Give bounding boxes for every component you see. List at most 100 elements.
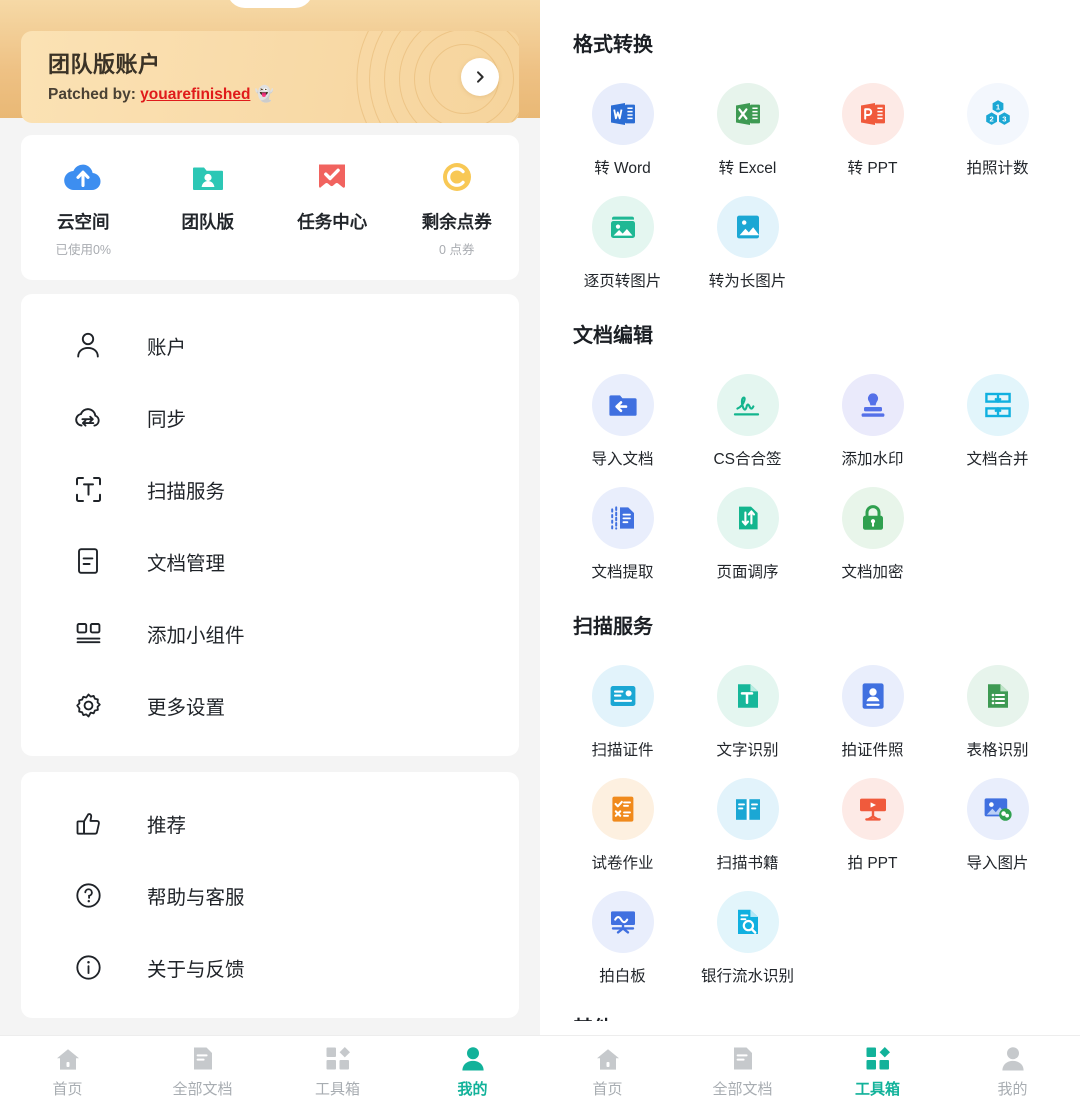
menu-label: 更多设置 [147, 696, 226, 719]
tool-extract-document[interactable]: 文档提取 [560, 487, 685, 582]
long-image-icon [716, 196, 779, 258]
svg-text:3: 3 [1002, 115, 1006, 124]
tool-photo-count[interactable]: 1 2 3 拍照计数 [935, 83, 1060, 178]
status-notch [227, 0, 313, 8]
tool-whiteboard[interactable]: 拍白板 [560, 891, 685, 986]
tab-all-documents[interactable]: 全部文档 [675, 1045, 810, 1099]
tool-bank-statement[interactable]: 银行流水识别 [685, 891, 810, 986]
tool-label: 拍白板 [599, 968, 646, 985]
tool-grid-scan-service: 扫描证件 文字识别 拍证件照 表格识别 试卷作业 扫描书籍 拍 PPT 导入图片… [560, 647, 1060, 986]
pages-to-image-icon [591, 196, 654, 258]
help-circle-icon [73, 880, 103, 910]
tool-label: 导入文档 [591, 451, 654, 468]
ppt-icon [841, 83, 904, 145]
tool-to-ppt[interactable]: 转 PPT [810, 83, 935, 178]
menu-item-scan-service[interactable]: 扫描服务 [21, 453, 519, 525]
scan-text-icon [73, 474, 103, 504]
app-screen: 团队版账户 Patched by: youarefinished 👻 云空间 已… [0, 0, 1080, 1107]
gear-icon [73, 690, 103, 720]
tool-label: 文档加密 [841, 564, 904, 581]
excel-icon [716, 83, 779, 145]
menu-label: 扫描服务 [147, 480, 226, 503]
menu-item-more-settings[interactable]: 更多设置 [21, 669, 519, 741]
tool-label: 拍照计数 [966, 160, 1029, 177]
stat-label: 任务中心 [297, 212, 368, 232]
tool-scan-book[interactable]: 扫描书籍 [685, 778, 810, 873]
ocr-text-icon [716, 665, 779, 727]
menu-item-sync[interactable]: 同步 [21, 381, 519, 453]
tool-id-photo[interactable]: 拍证件照 [810, 665, 935, 760]
tool-label: 银行流水识别 [700, 968, 794, 985]
tool-label: 转 PPT [847, 160, 898, 177]
profile-icon [1001, 1045, 1025, 1071]
tool-cs-signature[interactable]: CS合合签 [685, 374, 810, 469]
tab-profile[interactable]: 我的 [945, 1045, 1080, 1099]
section-title-scan-service: 扫描服务 [573, 616, 653, 638]
reorder-pages-icon [716, 487, 779, 549]
tool-grid-document-editing: 导入文档 CS合合签 添加水印 文档合并 文档提取 页面调序 文档加密 [560, 356, 1060, 582]
stamp-icon [841, 374, 904, 436]
menu-item-about-feedback[interactable]: 关于与反馈 [21, 931, 519, 1003]
tool-scan-id-card[interactable]: 扫描证件 [560, 665, 685, 760]
vip-account-banner[interactable]: 团队版账户 Patched by: youarefinished 👻 [21, 31, 519, 123]
tool-reorder-pages[interactable]: 页面调序 [685, 487, 810, 582]
menu-item-recommend[interactable]: 推荐 [21, 787, 519, 859]
tool-label: 文档提取 [591, 564, 654, 581]
import-image-icon [966, 778, 1029, 840]
exam-paper-icon [591, 778, 654, 840]
menu-item-help-support[interactable]: 帮助与客服 [21, 859, 519, 931]
stat-cloud-space[interactable]: 云空间 已使用0% [21, 157, 146, 258]
cloud-sync-icon [73, 402, 103, 432]
toolbox-panel: 格式转换 转 Word 转 Excel 转 PPT 1 2 3 拍照计数 逐页转… [540, 0, 1080, 1107]
home-icon [595, 1045, 621, 1071]
section-title-format-conversion: 格式转换 [573, 34, 653, 56]
tool-label: 文字识别 [716, 742, 779, 759]
tool-label: 导入图片 [966, 855, 1029, 872]
right-bottom-navigation: 首页 全部文档 工具箱 我的 [540, 1035, 1080, 1107]
tool-import-image[interactable]: 导入图片 [935, 778, 1060, 873]
patched-by-link[interactable]: youarefinished [140, 86, 250, 103]
tool-label: 转 Excel [718, 160, 777, 177]
vip-detail-button[interactable] [461, 58, 499, 96]
stat-label: 团队版 [181, 212, 235, 232]
menu-item-document-management[interactable]: 文档管理 [21, 525, 519, 597]
section-title-other-cutoff: 其他 [573, 1012, 1060, 1021]
tool-encrypt-document[interactable]: 文档加密 [810, 487, 935, 582]
stat-task-center[interactable]: 任务中心 - [270, 157, 395, 258]
word-icon [591, 83, 654, 145]
tool-table-recognition[interactable]: 表格识别 [935, 665, 1060, 760]
tool-label: 转 Word [594, 160, 651, 177]
menu-item-add-widget[interactable]: 添加小组件 [21, 597, 519, 669]
task-check-icon [312, 157, 352, 197]
tab-label: 工具箱 [854, 1080, 900, 1098]
tool-long-image[interactable]: 转为长图片 [685, 196, 810, 291]
tool-text-recognition[interactable]: 文字识别 [685, 665, 810, 760]
cloud-upload-icon [63, 157, 103, 197]
tool-label: 拍 PPT [847, 855, 898, 872]
id-photo-icon [841, 665, 904, 727]
tool-to-word[interactable]: 转 Word [560, 83, 685, 178]
user-icon [73, 330, 103, 360]
tool-label: 试卷作业 [591, 855, 654, 872]
tool-exam-paper[interactable]: 试卷作业 [560, 778, 685, 873]
tool-label: 扫描证件 [591, 742, 654, 759]
shoot-ppt-icon [841, 778, 904, 840]
tool-label: 扫描书籍 [716, 855, 779, 872]
tool-to-excel[interactable]: 转 Excel [685, 83, 810, 178]
tool-shoot-ppt[interactable]: 拍 PPT [810, 778, 935, 873]
primary-menu-card: 账户 同步 扫描服务 文档管理 添加小组件 更多设置 [21, 294, 519, 756]
tool-pages-to-image[interactable]: 逐页转图片 [560, 196, 685, 291]
stat-remaining-coupons[interactable]: 剩余点券 0 点券 [395, 157, 520, 258]
tool-add-watermark[interactable]: 添加水印 [810, 374, 935, 469]
menu-label: 同步 [147, 408, 187, 431]
tool-label: 转为长图片 [708, 273, 787, 290]
stat-sub: 0 点券 [439, 243, 475, 257]
tool-import-document[interactable]: 导入文档 [560, 374, 685, 469]
tab-toolbox[interactable]: 工具箱 [810, 1045, 945, 1099]
stat-team-edition[interactable]: 团队版 - [146, 157, 271, 258]
tab-home[interactable]: 首页 [540, 1045, 675, 1099]
menu-label: 帮助与客服 [147, 886, 245, 909]
profile-panel: 团队版账户 Patched by: youarefinished 👻 云空间 已… [0, 0, 540, 1107]
tool-merge-document[interactable]: 文档合并 [935, 374, 1060, 469]
menu-item-account[interactable]: 账户 [21, 309, 519, 381]
